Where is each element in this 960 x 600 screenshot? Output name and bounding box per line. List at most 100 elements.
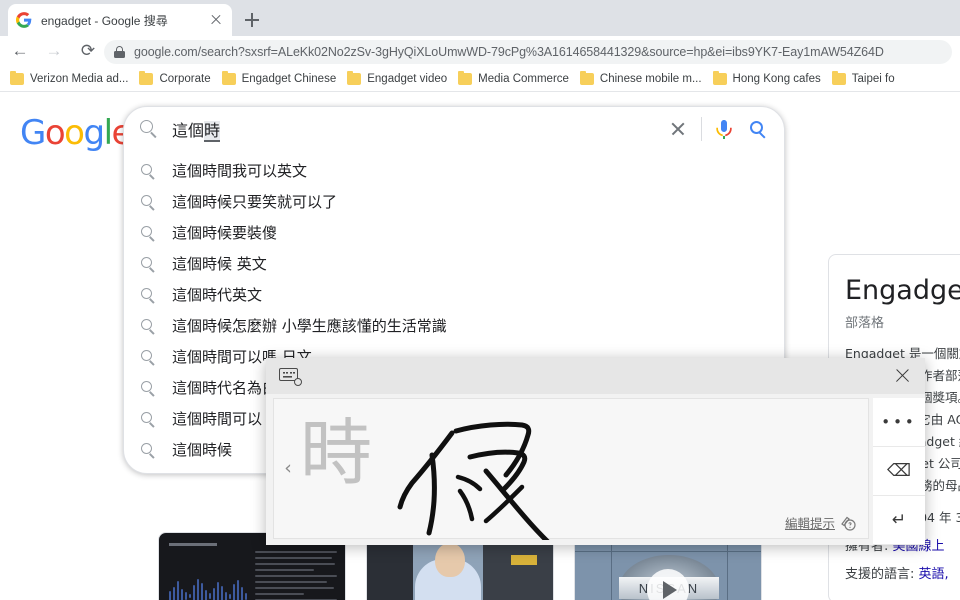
- edit-hint-button[interactable]: 編輯提示: [785, 513, 856, 532]
- bookmark-label: Verizon Media ad...: [30, 72, 129, 85]
- close-icon[interactable]: [879, 358, 925, 394]
- article-text-lines: [255, 551, 337, 600]
- edit-hint-label: 編輯提示: [784, 516, 835, 531]
- bookmark-item[interactable]: Corporate: [139, 70, 211, 85]
- edit-hint-icon: [840, 515, 856, 531]
- bookmark-label: Taipei fo: [851, 72, 895, 85]
- ime-side-keys: ••• ⌫ ↵: [873, 398, 925, 545]
- suggestion-label: 這個時候怎麼辦 小學生應該懂的生活常識: [172, 317, 447, 335]
- folder-icon: [579, 70, 594, 85]
- handwriting-canvas[interactable]: ‹ 時 編輯提示: [273, 398, 869, 540]
- logo-letter: o: [44, 113, 66, 153]
- google-logo[interactable]: Google: [20, 113, 132, 153]
- bookmark-item[interactable]: Engadget video: [347, 70, 448, 85]
- more-options-key[interactable]: •••: [873, 398, 925, 447]
- bookmark-item[interactable]: Taipei fo: [831, 70, 895, 85]
- knowledge-panel-fact: 支援的語言: 英語,: [845, 563, 960, 582]
- search-icon: [138, 439, 160, 461]
- tab-strip: engadget - Google 搜尋: [0, 0, 960, 36]
- folder-icon: [139, 70, 154, 85]
- waveform-graphic: [169, 579, 247, 600]
- browser-tab[interactable]: engadget - Google 搜尋: [8, 4, 232, 36]
- search-icon: [138, 253, 160, 275]
- lock-icon: [114, 46, 125, 58]
- logo-letter: l: [103, 113, 113, 153]
- new-tab-button[interactable]: [240, 8, 264, 32]
- address-bar[interactable]: google.com/search?sxsrf=ALeKk02No2zSv-3g…: [104, 40, 952, 64]
- bookmark-item[interactable]: Media Commerce: [458, 70, 569, 85]
- google-favicon-icon: [16, 12, 32, 28]
- folder-icon: [458, 70, 473, 85]
- search-icon: [138, 315, 160, 337]
- back-button[interactable]: ←: [6, 37, 34, 65]
- ime-title-bar[interactable]: [266, 358, 925, 394]
- browser-toolbar: ← → ⟳ google.com/search?sxsrf=ALeKk02No2…: [0, 36, 960, 66]
- bookmark-label: Media Commerce: [478, 72, 569, 85]
- suggestion-label: 這個時候: [172, 441, 233, 459]
- logo-letter: g: [83, 113, 105, 153]
- search-input[interactable]: 這個時: [172, 117, 661, 142]
- folder-icon: [347, 70, 362, 85]
- bookmark-item[interactable]: Chinese mobile m...: [579, 70, 702, 85]
- enter-key[interactable]: ↵: [873, 496, 925, 545]
- previous-character-button[interactable]: ‹: [280, 454, 296, 482]
- keyboard-settings-icon[interactable]: [279, 368, 302, 386]
- suggestion-label: 這個時候只要笑就可以了: [172, 193, 338, 211]
- search-icon: [138, 377, 160, 399]
- address-bar-url: google.com/search?sxsrf=ALeKk02No2zSv-3g…: [134, 45, 884, 59]
- logo-letter: o: [64, 113, 85, 153]
- search-input-row[interactable]: 這個時: [124, 107, 784, 151]
- equipment-detail: [511, 555, 537, 565]
- bookmark-item[interactable]: Verizon Media ad...: [10, 70, 129, 85]
- suggestion-item[interactable]: 這個時代英文: [124, 279, 784, 310]
- close-tab-icon[interactable]: [208, 12, 224, 28]
- bookmark-item[interactable]: Engadget Chinese: [221, 70, 337, 85]
- bookmark-item[interactable]: Hong Kong cafes: [712, 70, 821, 85]
- suggestion-label: 這個時間我可以英文: [172, 162, 308, 180]
- reload-button[interactable]: ⟳: [74, 37, 102, 65]
- search-composing-text: 時: [204, 121, 221, 142]
- search-icon: [138, 408, 160, 430]
- knowledge-panel-subtitle: 部落格: [845, 316, 885, 332]
- search-submit-icon[interactable]: [740, 115, 778, 143]
- fact-label: 支援的語言:: [845, 566, 915, 582]
- folder-icon: [831, 70, 846, 85]
- tab-title: engadget - Google 搜尋: [41, 13, 168, 28]
- suggestion-item[interactable]: 這個時候怎麼辦 小學生應該懂的生活常識: [124, 310, 784, 341]
- browser-window: engadget - Google 搜尋 ← → ⟳ google.com/se…: [0, 0, 960, 600]
- bookmark-label: Chinese mobile m...: [599, 72, 702, 85]
- person-head: [435, 543, 465, 577]
- suggestion-label: 這個時代名為白: [172, 379, 278, 397]
- folder-icon: [221, 70, 236, 85]
- microphone-icon[interactable]: [708, 115, 740, 143]
- fact-value-link[interactable]: 英語,: [919, 567, 949, 582]
- suggestion-label: 這個時代英文: [172, 286, 263, 304]
- handwriting-ime-panel: ‹ 時 編輯提示 ••• ⌫ ↵: [266, 358, 925, 545]
- recognized-character: 時: [300, 411, 373, 495]
- backspace-key[interactable]: ⌫: [873, 447, 925, 496]
- search-icon: [138, 191, 160, 213]
- bookmarks-bar: Verizon Media ad... Corporate Engadget C…: [0, 66, 960, 92]
- clear-icon[interactable]: [661, 115, 695, 143]
- handwritten-ink-stroke: [397, 421, 550, 540]
- bookmark-label: Engadget video: [367, 72, 448, 85]
- logo-letter: G: [20, 113, 46, 153]
- knowledge-panel-title: Engadget: [845, 275, 960, 306]
- search-committed-text: 這個: [172, 121, 205, 140]
- folder-icon: [10, 70, 24, 85]
- search-icon: [138, 284, 160, 306]
- forward-button[interactable]: →: [40, 37, 68, 65]
- bookmark-label: Hong Kong cafes: [732, 72, 821, 85]
- suggestion-item[interactable]: 這個時間我可以英文: [124, 155, 784, 186]
- suggestion-item[interactable]: 這個時候 英文: [124, 248, 784, 279]
- folder-icon: [712, 70, 727, 85]
- suggestion-item[interactable]: 這個時候只要笑就可以了: [124, 186, 784, 217]
- suggestion-label: 這個時候 英文: [172, 255, 267, 273]
- bookmark-label: Corporate: [159, 72, 211, 85]
- suggestion-label: 這個時候要裝傻: [172, 224, 278, 242]
- search-icon: [138, 118, 160, 140]
- thumbnail-title-bar: [169, 543, 217, 546]
- bookmark-label: Engadget Chinese: [241, 72, 337, 85]
- divider: [701, 117, 702, 141]
- suggestion-item[interactable]: 這個時候要裝傻: [124, 217, 784, 248]
